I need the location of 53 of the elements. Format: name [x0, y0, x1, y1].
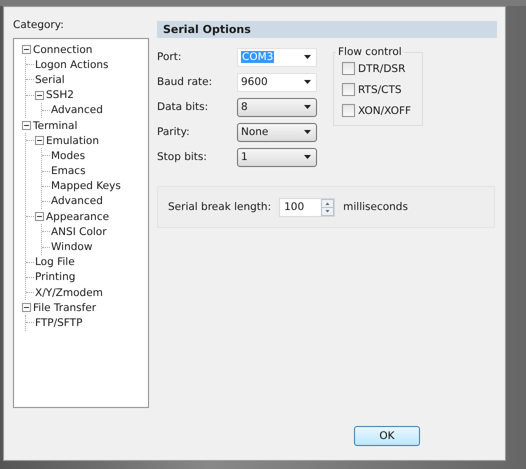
field-label: Serial break length: [168, 201, 272, 213]
tree-item[interactable]: Advanced [51, 104, 103, 116]
caret-icon [304, 105, 311, 109]
tree-item[interactable]: Emulation [46, 134, 99, 147]
caret-icon [304, 80, 311, 84]
tree-item[interactable]: Window [51, 241, 92, 254]
tree-item[interactable]: ANSI Color [51, 226, 107, 238]
field-label: Baud rate: [157, 76, 214, 88]
tree-item[interactable]: Logon Actions [35, 58, 109, 71]
spin-field[interactable]: 100 [279, 198, 336, 216]
collapse-icon[interactable] [35, 212, 44, 222]
checkbox[interactable] [342, 83, 355, 96]
tree-item[interactable]: Modes [51, 150, 86, 162]
tree-item[interactable]: Log File [35, 256, 75, 268]
collapse-icon[interactable] [22, 45, 31, 54]
field-label: Data bits: [157, 101, 210, 113]
tree-item[interactable]: Mapped Keys [51, 180, 121, 192]
checkbox[interactable] [342, 62, 355, 75]
caret-icon [304, 155, 311, 159]
tree-item[interactable]: Appearance [46, 210, 110, 223]
field-label: Port: [157, 51, 182, 63]
tree-item[interactable]: Connection [33, 44, 92, 56]
collapse-icon[interactable] [22, 121, 31, 130]
collapse-icon[interactable] [22, 303, 31, 312]
tree-item[interactable]: File Transfer [33, 302, 96, 314]
collapse-icon[interactable] [35, 90, 44, 100]
caret-icon [304, 130, 311, 134]
collapse-icon[interactable] [35, 136, 44, 146]
section-header: Serial Options [157, 21, 497, 38]
ok-button[interactable]: OK [354, 426, 420, 446]
checkbox-label: XON/XOFF [358, 104, 412, 116]
dropdown-field[interactable]: 9600 [237, 72, 317, 92]
tree-item[interactable]: FTP/SFTP [35, 316, 82, 329]
checkbox-label: DTR/DSR [358, 62, 406, 74]
field-label: Parity: [157, 126, 191, 138]
dropdown-field[interactable]: None [237, 122, 317, 142]
category-label: Category: [13, 19, 65, 31]
group-title: Flow control [337, 46, 403, 58]
checkbox[interactable] [342, 104, 355, 117]
tree-item[interactable]: Serial [35, 74, 65, 86]
caret-icon [304, 55, 311, 59]
tree-item[interactable]: X/Y/Zmodem [35, 286, 103, 299]
checkbox-label: RTS/CTS [358, 84, 402, 96]
unit-label: milliseconds [343, 201, 408, 213]
tree-item[interactable]: Printing [35, 271, 76, 284]
tree-item[interactable]: Advanced [51, 195, 103, 208]
tree-item[interactable]: Terminal [33, 120, 78, 132]
field-label: Stop bits: [157, 151, 208, 163]
tree-item[interactable]: Emacs [51, 165, 86, 178]
spin-arrows-icon[interactable] [321, 198, 334, 216]
dropdown-field[interactable]: 8 [237, 98, 317, 116]
dropdown-field[interactable]: 1 [237, 148, 317, 166]
tree-item[interactable]: SSH2 [46, 89, 74, 102]
